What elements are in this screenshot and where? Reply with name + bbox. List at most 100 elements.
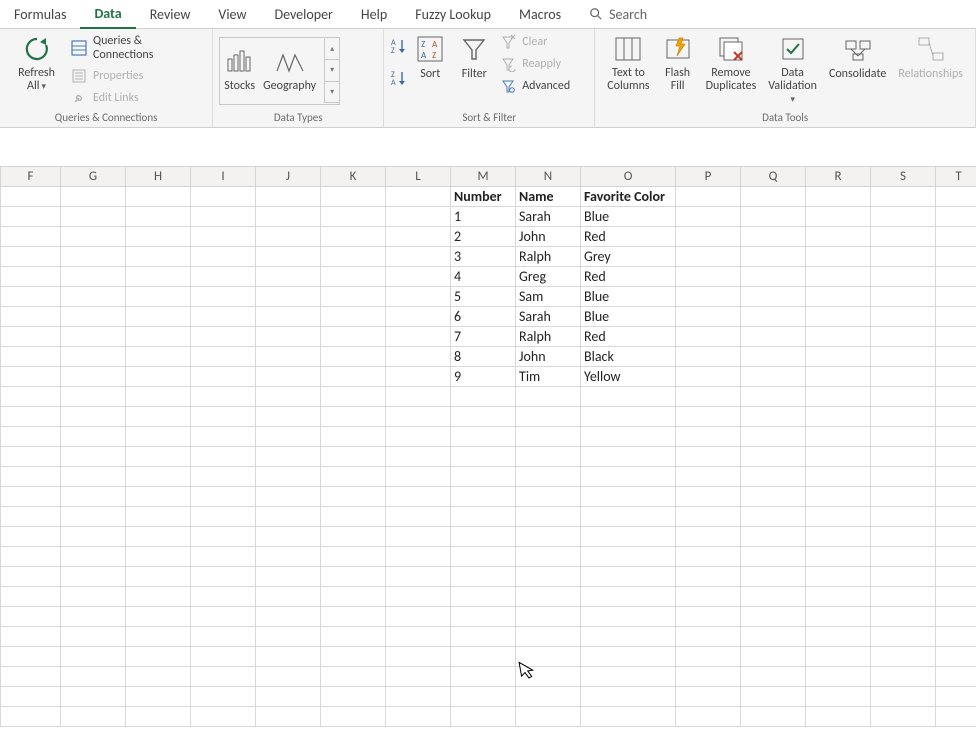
search-icon (589, 7, 603, 21)
col-header-q[interactable]: Q (741, 167, 806, 187)
group-label-queries-connections: Queries & Connections (0, 111, 212, 127)
col-header-r[interactable]: R (806, 167, 871, 187)
ribbon: Refresh All Queries & Connections Proper… (0, 29, 976, 128)
reapply-icon (500, 56, 516, 72)
cell[interactable]: Tim (516, 367, 581, 387)
stocks-label: Stocks (224, 79, 255, 93)
col-header-j[interactable]: J (256, 167, 321, 187)
cell[interactable]: Greg (516, 267, 581, 287)
col-header-n[interactable]: N (516, 167, 581, 187)
text-to-columns-button[interactable]: Text to Columns (601, 31, 655, 93)
cell[interactable]: Blue (581, 207, 676, 227)
edit-links-label: Edit Links (93, 91, 139, 105)
sort-asc-button[interactable]: AZ (390, 37, 408, 59)
cell[interactable]: 6 (451, 307, 516, 327)
cell[interactable]: 5 (451, 287, 516, 307)
cell[interactable]: Name (516, 187, 581, 207)
remove-duplicates-icon (715, 33, 747, 65)
cell[interactable]: Red (581, 227, 676, 247)
col-header-k[interactable]: K (321, 167, 386, 187)
tab-view[interactable]: View (204, 0, 260, 28)
tab-developer[interactable]: Developer (260, 0, 346, 28)
relationships-icon (915, 33, 947, 65)
text-to-columns-icon (612, 33, 644, 65)
tell-me-search[interactable]: Search (575, 0, 661, 28)
col-header-f[interactable]: F (1, 167, 61, 187)
col-header-l[interactable]: L (386, 167, 451, 187)
cell[interactable]: John (516, 347, 581, 367)
col-header-g[interactable]: G (61, 167, 126, 187)
tab-fuzzy-lookup[interactable]: Fuzzy Lookup (401, 0, 505, 28)
cell[interactable]: 1 (451, 207, 516, 227)
data-validation-label: Data Validation (768, 67, 817, 107)
gallery-scroll[interactable]: ▴▾▾ (324, 39, 339, 103)
worksheet-grid[interactable]: FGHIJKLMNOPQRST NumberNameFavorite Color… (0, 166, 976, 727)
svg-text:A: A (391, 78, 396, 87)
remove-duplicates-button[interactable]: Remove Duplicates (700, 31, 763, 93)
cell[interactable]: Blue (581, 307, 676, 327)
cell[interactable]: 4 (451, 267, 516, 287)
consolidate-label: Consolidate (829, 67, 886, 81)
filter-button[interactable]: Filter (452, 31, 496, 81)
flash-fill-button[interactable]: Flash Fill (656, 31, 700, 93)
cell[interactable]: Number (451, 187, 516, 207)
sort-button[interactable]: ZAAZ Sort (408, 31, 452, 81)
tab-help[interactable]: Help (347, 0, 401, 28)
col-header-t[interactable]: T (936, 167, 976, 187)
cell[interactable]: Sam (516, 287, 581, 307)
geography-button[interactable]: Geography (263, 49, 316, 93)
sort-desc-button[interactable]: ZA (390, 69, 408, 91)
queries-connections-button[interactable]: Queries & Connections (67, 33, 206, 63)
advanced-label: Advanced (522, 79, 570, 93)
cell[interactable]: Blue (581, 287, 676, 307)
tab-data[interactable]: Data (80, 0, 135, 29)
flash-fill-label: Flash Fill (662, 67, 694, 93)
cell[interactable]: 2 (451, 227, 516, 247)
data-types-gallery[interactable]: Stocks Geography ▴▾▾ (219, 37, 340, 105)
cell[interactable]: Sarah (516, 307, 581, 327)
reapply-button: Reapply (496, 55, 574, 73)
col-header-h[interactable]: H (126, 167, 191, 187)
sort-label: Sort (420, 67, 440, 81)
cell[interactable]: Black (581, 347, 676, 367)
cell[interactable]: Grey (581, 247, 676, 267)
tab-review[interactable]: Review (136, 0, 205, 28)
geography-label: Geography (263, 79, 316, 93)
reapply-label: Reapply (522, 57, 561, 71)
advanced-button[interactable]: Advanced (496, 77, 574, 95)
cell[interactable]: 9 (451, 367, 516, 387)
cell[interactable]: Sarah (516, 207, 581, 227)
search-label: Search (609, 6, 647, 23)
cell[interactable]: 7 (451, 327, 516, 347)
group-label-sort-filter: Sort & Filter (384, 111, 594, 127)
cell[interactable]: Ralph (516, 247, 581, 267)
cell[interactable]: Yellow (581, 367, 676, 387)
tab-formulas[interactable]: Formulas (0, 0, 80, 28)
properties-label: Properties (93, 69, 143, 83)
cell[interactable]: Ralph (516, 327, 581, 347)
cell[interactable]: 8 (451, 347, 516, 367)
refresh-icon (21, 33, 53, 65)
cell[interactable]: Favorite Color (581, 187, 676, 207)
refresh-all-button[interactable]: Refresh All (6, 31, 67, 93)
properties-button: Properties (67, 67, 206, 85)
col-header-p[interactable]: P (676, 167, 741, 187)
queries-icon (71, 40, 87, 56)
stocks-button[interactable]: Stocks (224, 49, 255, 93)
col-header-o[interactable]: O (581, 167, 676, 187)
cell[interactable]: 3 (451, 247, 516, 267)
cell[interactable]: Red (581, 327, 676, 347)
data-validation-icon (777, 33, 809, 65)
group-sort-filter: AZ ZA ZAAZ Sort Filter (384, 29, 595, 127)
cell[interactable]: John (516, 227, 581, 247)
svg-text:Z: Z (421, 39, 425, 50)
data-validation-button[interactable]: Data Validation (762, 31, 823, 107)
col-header-s[interactable]: S (871, 167, 936, 187)
relationships-button: Relationships (892, 31, 969, 81)
col-header-m[interactable]: M (451, 167, 516, 187)
consolidate-button[interactable]: Consolidate (823, 31, 892, 81)
cell[interactable]: Red (581, 267, 676, 287)
tab-macros[interactable]: Macros (505, 0, 575, 28)
col-header-i[interactable]: I (191, 167, 256, 187)
group-label-data-tools: Data Tools (595, 111, 975, 127)
